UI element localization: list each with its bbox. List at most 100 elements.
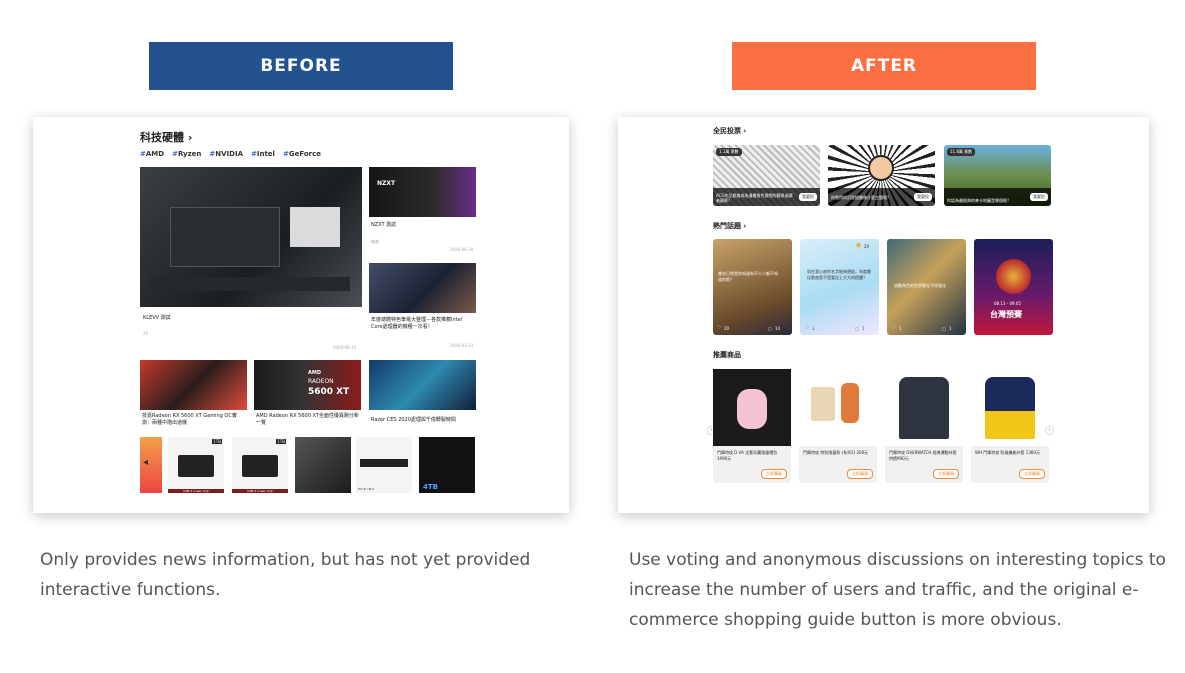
strip-item-3[interactable]: 1TB USB 3.2 Gen 2x2 [232, 437, 288, 493]
product-card-2[interactable]: 鬥陣特攻 特別限量款 (系列2) 200元 立即購買 [799, 369, 877, 483]
hot-section-title[interactable]: 熱門話題 › [713, 221, 746, 231]
product-card-3[interactable]: 鬥陣特攻 OVERWATCH 經典運動外套 特價990元 立即購買 [885, 369, 963, 483]
nzxt-logo: NZXT [377, 180, 396, 187]
main-article-meta: 20 [143, 331, 149, 336]
hot-card-4-text: 台灣預賽 [990, 310, 1022, 319]
main-article-title[interactable]: KLEVV 測試 [143, 315, 171, 322]
buy-button-1[interactable]: 立即購買 [761, 469, 787, 479]
side-article-1-date: 2020-06-28 [450, 247, 474, 252]
product-4-title: WH 鬥陣特攻 防風機能外套 1360元 [975, 450, 1040, 455]
section-title[interactable]: 科技硬體 › [140, 129, 192, 145]
product-3-image [885, 369, 963, 446]
wd-capacity-2: 1TB [276, 439, 286, 444]
row-article-1-title[interactable]: 技嘉Radeon RX 5600 XT Gaming OC實測：兩種中階出道機 [142, 413, 246, 427]
before-screenshot: 科技硬體 › #AMD #Ryzen #NVIDIA #Intel #GeFor… [33, 117, 569, 513]
hot-card-3-comments: 1 [949, 326, 952, 331]
tag-ryzen[interactable]: #Ryzen [172, 150, 201, 158]
strip-item-5[interactable]: PCI-E / M.2 [356, 437, 412, 493]
tag-amd[interactable]: #AMD [140, 150, 164, 158]
side-article-1-image[interactable]: NZXT [369, 167, 476, 217]
row-article-2-title[interactable]: AMD Radeon RX 5600 XT全面性優異跑分新一覽 [256, 413, 360, 427]
row-article-1-image[interactable] [140, 360, 247, 410]
comment-icon-3: ▢ [942, 326, 946, 331]
main-article-date: 2020-06-10 [333, 345, 357, 350]
side-article-2-title[interactable]: 年度總體特色筆電大整理－各款推薦Intel Core處理器的機種一次看！ [371, 317, 475, 331]
vote-section-title[interactable]: 全民投票 › [713, 126, 746, 136]
tag-intel[interactable]: #Intel [251, 150, 275, 158]
after-banner: AFTER [732, 42, 1036, 90]
tag-geforce[interactable]: #GeForce [283, 150, 321, 158]
vote-count-3: 11.8萬 票數 [947, 148, 976, 156]
strip-item-4[interactable] [295, 437, 351, 493]
xt-text: 5600 XT [308, 387, 350, 397]
comment-icon: ▢ [768, 326, 772, 331]
vote-button-2[interactable]: 我要投 [914, 193, 932, 201]
wd-capacity-1: 1TB [212, 439, 222, 444]
radeon-text: RADEON [308, 378, 334, 385]
product-1-title: 鬥陣特攻 D.VA 全套珍藏限量禮包 1990元 [717, 450, 778, 461]
vote-card-2[interactable]: 你覺得的沉思經驗像什麼主題呢？ 我要投 [828, 145, 935, 206]
row-article-2-image[interactable]: AMD RADEON 5600 XT [254, 360, 361, 410]
buy-button-2[interactable]: 立即購買 [847, 469, 873, 479]
product-2-image [799, 369, 877, 446]
buy-button-3[interactable]: 立即購買 [933, 469, 959, 479]
strip-item-6[interactable]: 4TB [419, 437, 475, 493]
side-article-1-meta: 編者 [371, 239, 379, 244]
cartoon-face [868, 155, 894, 181]
hot-card-1-text: 哪些日常是你知道有不少人都不知道的呢？ [718, 271, 778, 282]
hot-card-1-comments: 14 [775, 326, 781, 331]
hot-card-3[interactable]: 流動角色的世界都在不停進化 ♡ 1 ▢ 1 [887, 239, 966, 335]
redbull-emblem [996, 259, 1031, 294]
row-article-3-title[interactable]: Razer CES 2020處理與千億轉製時間 [371, 417, 475, 424]
strip-item-2[interactable]: 1TB USB 3.2 Gen 2x2 [168, 437, 224, 493]
before-banner: BEFORE [149, 42, 453, 90]
hot-card-2[interactable]: ☻ 20 對在我心底的名字能夠想起，年度最佳歌曲是不是要記上大大的提醒？ ♡ 3… [800, 239, 879, 335]
tag-nvidia[interactable]: #NVIDIA [209, 150, 243, 158]
row-article-3-image[interactable] [369, 360, 476, 410]
vote-count: 1.1萬 票數 [716, 148, 742, 156]
main-article-image[interactable] [140, 167, 362, 307]
tb4-label: 4TB [423, 483, 438, 491]
usb-label-2: USB 3.2 Gen 2x2 [232, 489, 288, 493]
vote-button-3[interactable]: 我要投 [1030, 193, 1048, 201]
product-4-image [971, 369, 1049, 446]
heart-icon-3: ♡ [892, 325, 897, 331]
tag-list: #AMD #Ryzen #NVIDIA #Intel #GeForce [140, 150, 321, 158]
hot-card-3-likes: 1 [899, 326, 902, 331]
vote-card-1-title: ACG作品都會成為漫畫角色實際的觀眾或讀者觀察？ [716, 193, 793, 203]
emoji-icon: ☻ [856, 243, 862, 249]
next-arrow-icon[interactable]: › [1046, 427, 1053, 434]
vote-card-3-title: 你認為最經典的麥卡地圖是哪個呢？ [947, 198, 1011, 203]
side-article-1-title[interactable]: NZXT 測試 [371, 222, 396, 229]
vote-card-1[interactable]: 1.1萬 票數 ACG作品都會成為漫畫角色實際的觀眾或讀者觀察？ 我要投 [713, 145, 820, 206]
hot-card-2-text: 對在我心底的名字能夠想起，年度最佳歌曲是不是要記上大大的提醒？ [807, 269, 871, 280]
side-article-2-image[interactable] [369, 263, 476, 313]
vote-card-2-title: 你覺得的沉思經驗像什麼主題呢？ [831, 195, 891, 200]
amd-text: AMD [308, 370, 321, 376]
hot-card-2-comments: 1 [862, 326, 865, 331]
hot-card-4-date: 08.13 - 09.05 [994, 301, 1021, 306]
hot-card-4[interactable]: 08.13 - 09.05 台灣預賽 [974, 239, 1053, 335]
product-card-1[interactable]: 鬥陣特攻 D.VA 全套珍藏限量禮包 1990元 立即購買 [713, 369, 791, 483]
hot-card-2-likes: 3 [812, 326, 815, 331]
product-card-4[interactable]: WH 鬥陣特攻 防風機能外套 1360元 立即購買 [971, 369, 1049, 483]
strip-item-1[interactable]: ◂ [140, 437, 162, 493]
product-3-title: 鬥陣特攻 OVERWATCH 經典運動外套 特價990元 [889, 450, 957, 461]
product-1-image [713, 369, 791, 446]
vote-button-1[interactable]: 我要投 [799, 193, 817, 201]
vote-card-3[interactable]: 11.8萬 票數 你認為最經典的麥卡地圖是哪個呢？ 我要投 [944, 145, 1051, 206]
after-screenshot: 全民投票 › 1.1萬 票數 ACG作品都會成為漫畫角色實際的觀眾或讀者觀察？ … [618, 117, 1149, 513]
before-caption: Only provides news information, but has … [40, 550, 531, 600]
usb-label-1: USB 3.2 Gen 2x2 [168, 489, 224, 493]
hot-card-1[interactable]: 哪些日常是你知道有不少人都不知道的呢？ ♡ 20 ▢ 14 [713, 239, 792, 335]
heart-icon: ♡ [717, 325, 722, 331]
comment-icon-2: ▢ [855, 326, 859, 331]
side-article-2-date: 2020-01-23 [450, 343, 474, 348]
after-caption: Use voting and anonymous discussions on … [629, 550, 1166, 630]
pcie-label: PCI-E / M.2 [358, 487, 375, 491]
hot-card-3-text: 流動角色的世界都在不停進化 [894, 283, 946, 288]
arrow-left-icon[interactable]: ◂ [143, 457, 148, 468]
hot-card-2-top-likes: 20 [864, 244, 870, 249]
heart-icon-2: ♡ [805, 325, 810, 331]
buy-button-4[interactable]: 立即購買 [1019, 469, 1045, 479]
